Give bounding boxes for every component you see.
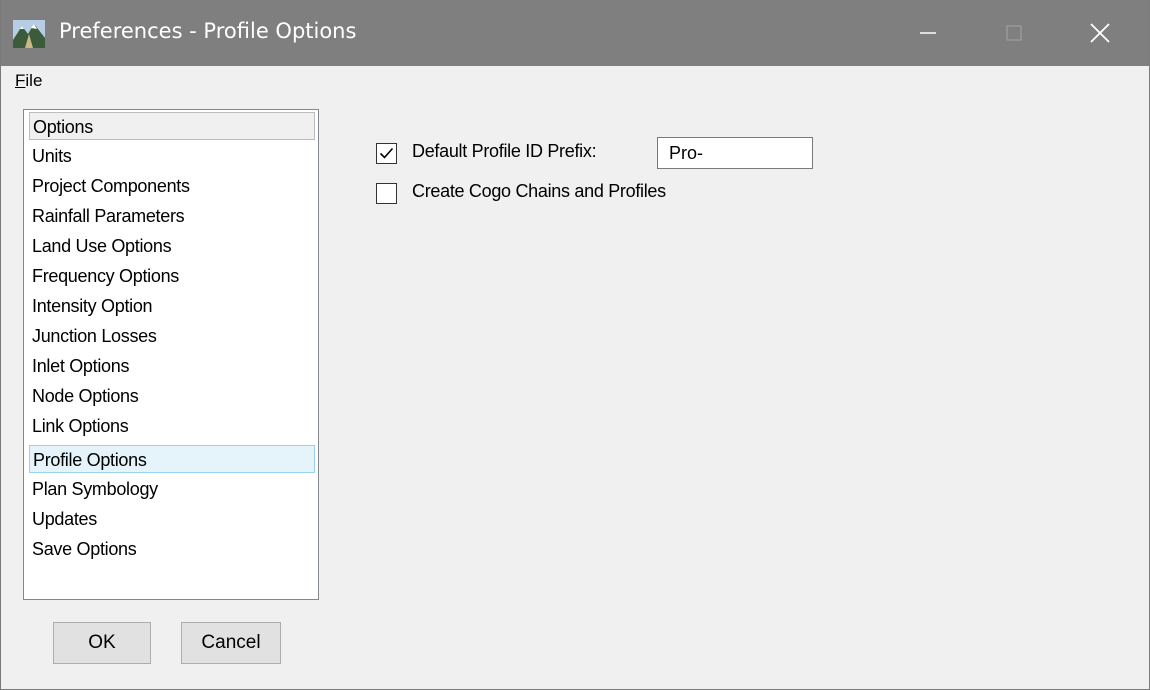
ok-button[interactable]: OK bbox=[53, 622, 151, 664]
options-list[interactable]: Options Units Project Components Rainfal… bbox=[23, 109, 319, 600]
list-item-plan-symbology[interactable]: Plan Symbology bbox=[29, 475, 315, 503]
default-prefix-checkbox[interactable] bbox=[376, 143, 397, 164]
options-list-header: Options bbox=[29, 112, 315, 140]
default-prefix-value: Pro- bbox=[669, 143, 704, 163]
list-item-link-options[interactable]: Link Options bbox=[29, 412, 315, 440]
list-item-profile-options[interactable]: Profile Options bbox=[29, 445, 315, 473]
cancel-button[interactable]: Cancel bbox=[181, 622, 281, 664]
list-item-land-use-options[interactable]: Land Use Options bbox=[29, 232, 315, 260]
close-button[interactable] bbox=[1057, 0, 1143, 66]
default-prefix-label: Default Profile ID Prefix: bbox=[412, 141, 597, 161]
window-title: Preferences - Profile Options bbox=[59, 19, 357, 43]
maximize-button bbox=[971, 0, 1057, 66]
maximize-icon bbox=[1006, 25, 1022, 41]
minimize-icon bbox=[920, 32, 936, 34]
list-item-inlet-options[interactable]: Inlet Options bbox=[29, 352, 315, 380]
list-item-intensity-option[interactable]: Intensity Option bbox=[29, 292, 315, 320]
title-bar[interactable]: Preferences - Profile Options bbox=[1, 0, 1149, 66]
list-item-rainfall-parameters[interactable]: Rainfall Parameters bbox=[29, 202, 315, 230]
list-item-save-options[interactable]: Save Options bbox=[29, 535, 315, 563]
mountain-app-icon bbox=[13, 20, 45, 48]
checkmark-icon bbox=[379, 147, 394, 159]
list-item-updates[interactable]: Updates bbox=[29, 505, 315, 533]
preferences-window: Preferences - Profile Options File Optio… bbox=[0, 0, 1150, 690]
list-item-project-components[interactable]: Project Components bbox=[29, 172, 315, 200]
menu-file[interactable]: File bbox=[15, 71, 42, 91]
list-item-junction-losses[interactable]: Junction Losses bbox=[29, 322, 315, 350]
minimize-button[interactable] bbox=[885, 0, 971, 66]
create-cogo-label: Create Cogo Chains and Profiles bbox=[412, 181, 666, 201]
list-item-units[interactable]: Units bbox=[29, 142, 315, 170]
default-prefix-input[interactable]: Pro- bbox=[657, 137, 813, 169]
list-item-node-options[interactable]: Node Options bbox=[29, 382, 315, 410]
create-cogo-checkbox[interactable] bbox=[376, 183, 397, 204]
list-item-frequency-options[interactable]: Frequency Options bbox=[29, 262, 315, 290]
close-icon bbox=[1090, 23, 1110, 43]
menu-bar: File bbox=[1, 66, 1149, 96]
